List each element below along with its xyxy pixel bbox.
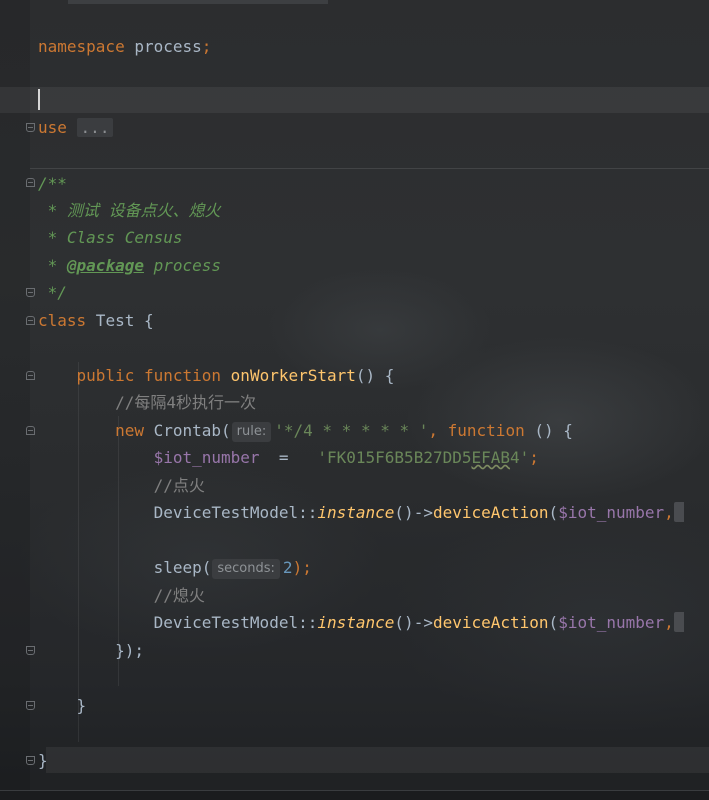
code-line-doc-class[interactable]: * Class Census [38, 226, 183, 250]
code-line-namespace[interactable]: namespace process; [38, 35, 211, 59]
fold-marker-icon[interactable] [26, 123, 35, 132]
code-line-device-action-ignite[interactable]: DeviceTestModel::instance()->deviceActio… [38, 501, 684, 525]
code-line-device-action-extinguish[interactable]: DeviceTestModel::instance()->deviceActio… [38, 611, 684, 635]
folded-imports[interactable]: ... [76, 118, 114, 137]
code-editor[interactable]: namespace process; use ... /** * 测试 设备点火… [0, 0, 709, 800]
code-line-doc-close[interactable]: */ [38, 281, 67, 305]
code-line-comment-ignite[interactable]: //点火 [38, 474, 205, 498]
editor-gutter [0, 0, 30, 800]
truncated-hint [673, 612, 684, 632]
code-line-use[interactable]: use ... [38, 116, 114, 140]
spelling-warning: EFAB [471, 448, 511, 467]
parameter-hint-seconds: seconds: [212, 559, 280, 579]
code-line-crontab[interactable]: new Crontab(rule: '*/4 * * * * * ', funct… [38, 419, 573, 443]
code-line-comment-extinguish[interactable]: //熄火 [38, 584, 205, 608]
code-line-class[interactable]: class Test { [38, 309, 154, 333]
code-line-comment-every4[interactable]: //每隔4秒执行一次 [38, 391, 256, 415]
line-highlight [46, 747, 709, 773]
code-line-method[interactable]: public function onWorkerStart() { [38, 364, 395, 388]
fold-marker-icon[interactable] [26, 426, 35, 435]
code-line-method-close[interactable]: } [38, 694, 87, 718]
status-bar [0, 790, 709, 800]
fold-marker-icon[interactable] [26, 646, 35, 655]
fold-marker-icon[interactable] [26, 288, 35, 297]
fold-marker-icon[interactable] [26, 371, 35, 380]
code-line-iot-assign[interactable]: $iot_number = 'FK015F6B5B27DD5EFAB4'; [38, 446, 539, 470]
code-line-closure-close[interactable]: }); [38, 639, 144, 663]
fold-marker-icon[interactable] [26, 316, 35, 325]
code-line-doc-package[interactable]: * @package process [38, 254, 221, 278]
code-line-doc-open[interactable]: /** [38, 172, 67, 196]
fold-marker-icon[interactable] [26, 701, 35, 710]
parameter-hint-rule: rule: [231, 422, 272, 442]
truncated-hint [673, 502, 684, 522]
code-line-class-close[interactable]: } [38, 749, 48, 773]
current-line-highlight [0, 87, 709, 113]
code-line-doc-desc[interactable]: * 测试 设备点火、熄火 [38, 199, 221, 223]
text-cursor [38, 89, 40, 110]
fold-marker-icon[interactable] [26, 178, 35, 187]
fold-marker-icon[interactable] [26, 756, 35, 765]
scroll-hint-bar [68, 0, 328, 4]
code-separator [30, 168, 709, 169]
code-line-sleep[interactable]: sleep(seconds: 2); [38, 556, 312, 580]
